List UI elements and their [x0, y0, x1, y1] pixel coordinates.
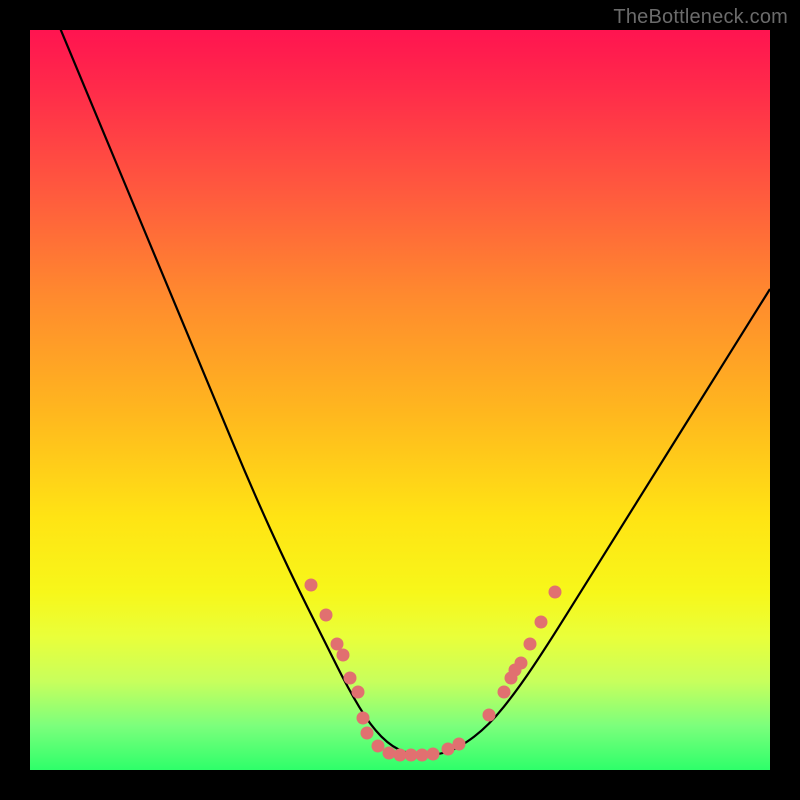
curve-layer [30, 30, 770, 770]
data-marker [453, 738, 466, 751]
data-marker [523, 638, 536, 651]
data-marker [343, 671, 356, 684]
data-marker [305, 579, 318, 592]
plot-area [30, 30, 770, 770]
watermark-text: TheBottleneck.com [613, 6, 788, 29]
data-marker [514, 656, 527, 669]
data-marker [357, 712, 370, 725]
data-marker [360, 727, 373, 740]
data-marker [482, 708, 495, 721]
data-marker [534, 616, 547, 629]
data-marker [337, 649, 350, 662]
data-marker [427, 747, 440, 760]
data-marker [320, 608, 333, 621]
data-marker [351, 686, 364, 699]
bottleneck-curve [30, 30, 770, 755]
data-marker [497, 686, 510, 699]
data-marker [549, 586, 562, 599]
